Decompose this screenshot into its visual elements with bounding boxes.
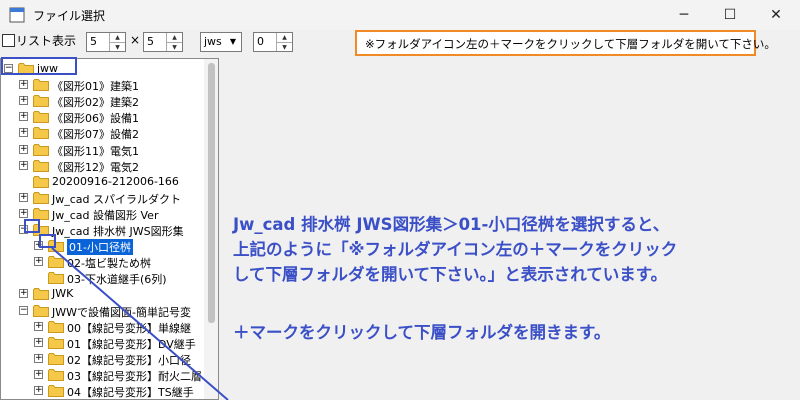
annotation-line-3: して下層フォルダを開いて下さい。」と表示されています。 [233,265,668,284]
annotation-line-2: 上記のように「※フォルダアイコン左の＋マークをクリック [233,240,678,259]
annotation-line-4: ＋マークをクリックして下層フォルダを開きます。 [233,323,611,342]
annotation-line-1: Jw_cad 排水桝 JWS図形集＞01-小口径桝を選択すると、 [233,215,670,234]
